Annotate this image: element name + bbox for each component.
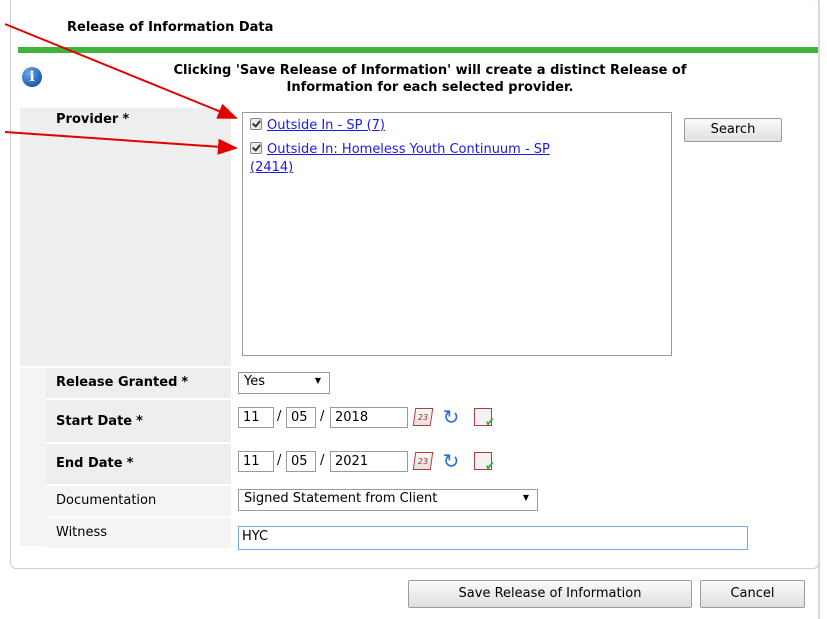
arrow-provider-2	[4, 131, 238, 155]
arrow-provider-1	[4, 23, 238, 119]
annotation-arrows	[4, 23, 238, 155]
